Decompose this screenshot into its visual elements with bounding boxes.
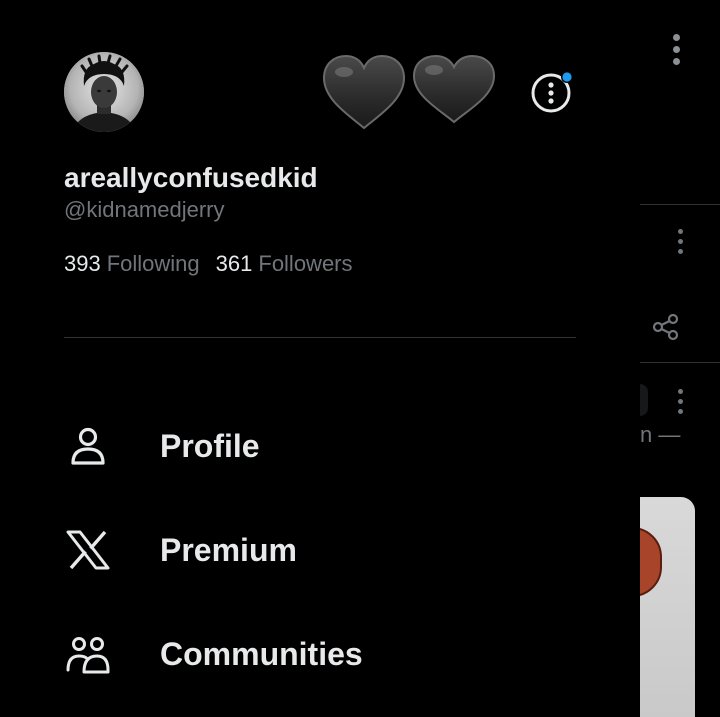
person-icon <box>64 422 112 470</box>
following-label[interactable]: Following <box>107 251 200 277</box>
black-heart-icon <box>410 52 498 132</box>
nav-item-premium[interactable]: Premium <box>64 518 584 582</box>
navigation-drawer: areallyconfusedkid @kidnamedjerry 393 Fo… <box>0 0 640 702</box>
user-handle: @kidnamedjerry <box>64 197 225 222</box>
more-circle-icon[interactable] <box>530 71 574 115</box>
following-count[interactable]: 393 <box>64 251 101 277</box>
notification-dot <box>562 72 572 82</box>
follow-stats: 393 Following 361 Followers <box>64 251 363 277</box>
post-more-icon[interactable] <box>676 229 684 254</box>
avatar[interactable] <box>64 52 144 132</box>
overflow-menu-icon[interactable] <box>672 34 680 65</box>
black-heart-icon <box>320 52 408 132</box>
background-partial-text: n — <box>640 422 681 447</box>
background-divider <box>640 362 720 363</box>
background-media-card[interactable] <box>640 497 695 717</box>
x-logo-icon <box>64 526 112 574</box>
nav-label-communities: Communities <box>160 635 363 672</box>
communities-icon <box>64 630 112 678</box>
nav-label-premium: Premium <box>160 531 297 568</box>
nav-item-communities[interactable]: Communities <box>64 622 584 686</box>
background-divider <box>640 204 720 205</box>
share-icon[interactable] <box>651 312 681 342</box>
divider <box>64 337 576 338</box>
followers-label[interactable]: Followers <box>258 251 352 277</box>
nav-item-profile[interactable]: Profile <box>64 414 584 478</box>
background-media-shape <box>640 527 662 597</box>
display-name[interactable]: areallyconfusedkid <box>64 162 318 194</box>
followers-count[interactable]: 361 <box>216 251 253 277</box>
post-more-icon[interactable] <box>676 389 684 414</box>
nav-label-profile: Profile <box>160 427 260 464</box>
